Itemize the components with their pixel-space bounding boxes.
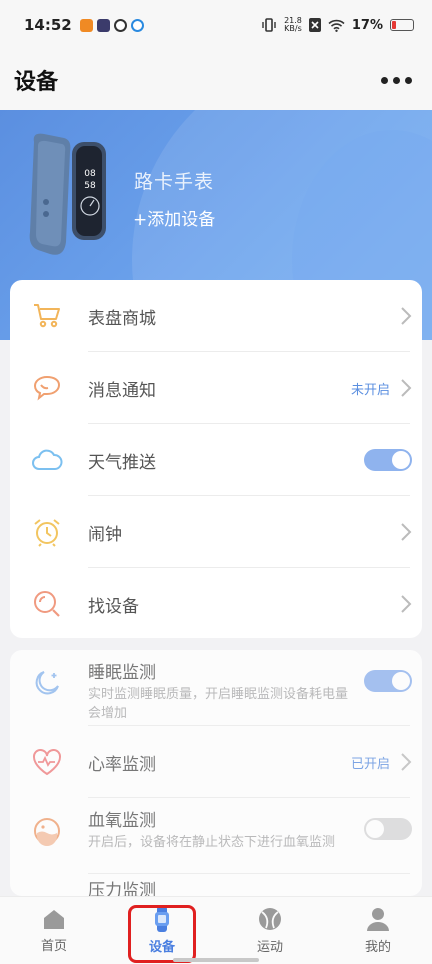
setting-label: 表盘商城 <box>88 308 156 329</box>
status-time: 14:52 <box>24 16 72 34</box>
setting-label: 闹钟 <box>88 524 122 545</box>
setting-row-weather-push: 天气推送 <box>10 424 422 496</box>
nav-label: 运动 <box>256 940 283 955</box>
setting-row-sleep-monitoring: 睡眠监测 实时监测睡眠质量，开启睡眠监测设备耗电量会增加 <box>10 650 422 726</box>
setting-label: 睡眠监测 <box>88 663 156 683</box>
watch-icon <box>155 906 169 932</box>
setting-row-find-device[interactable]: 找设备 <box>10 568 422 638</box>
setting-row-watch-face-store[interactable]: 表盘商城 <box>10 280 422 352</box>
nav-label: 设备 <box>148 940 175 955</box>
nav-tab-home[interactable]: 首页 <box>0 897 108 964</box>
setting-label: 消息通知 <box>88 380 156 401</box>
dot-icon <box>393 76 400 84</box>
battery-icon <box>390 19 414 31</box>
dot-icon <box>405 76 412 84</box>
smartwatch-image[interactable]: 08 58 <box>24 132 112 260</box>
sleep-monitoring-toggle[interactable] <box>364 670 412 692</box>
nav-label: 首页 <box>40 939 67 954</box>
blood-oxygen-icon <box>30 814 64 848</box>
blood-oxygen-toggle[interactable] <box>364 818 412 840</box>
app-header: 设备 <box>0 50 432 110</box>
message-icon <box>30 371 64 405</box>
sport-ball-icon <box>259 908 281 930</box>
watch-hour: 08 <box>84 169 96 179</box>
more-options-button[interactable] <box>375 71 418 90</box>
chevron-right-icon <box>401 379 412 397</box>
home-icon <box>44 910 64 929</box>
app-notification-icon <box>96 18 110 32</box>
app-notification-icon <box>79 18 93 32</box>
status-indicators: 21.8 KB/s 17% <box>261 17 414 33</box>
user-icon <box>367 908 389 931</box>
chevron-right-icon <box>401 753 412 771</box>
setting-label: 找设备 <box>88 596 139 617</box>
device-settings-card: 表盘商城 消息通知 未开启 天气推送 闹钟 找设备 <box>10 280 422 638</box>
health-monitoring-card: 睡眠监测 实时监测睡眠质量，开启睡眠监测设备耗电量会增加 心率监测 已开启 血氧… <box>10 650 422 896</box>
wifi-icon <box>328 19 345 32</box>
network-speed-unit: KB/s <box>284 24 302 33</box>
setting-description: 开启后，设备将在静止状态下进行血氧监测 <box>88 835 336 850</box>
setting-label: 血氧监测 <box>88 811 156 831</box>
setting-description: 实时监测睡眠质量，开启睡眠监测设备耗电量会增加 <box>88 687 349 721</box>
vibrate-icon <box>262 18 276 32</box>
cloud-icon <box>30 443 64 477</box>
setting-label: 压力监测 <box>88 881 156 896</box>
search-device-icon <box>30 587 64 621</box>
nav-tab-device[interactable]: 设备 <box>108 897 216 964</box>
heart-rate-icon <box>30 745 64 779</box>
setting-row-stress-monitoring[interactable]: 压力监测 <box>10 874 422 896</box>
watch-minute: 58 <box>84 181 96 191</box>
add-device-button[interactable]: +添加设备 <box>133 205 215 230</box>
sim-icon <box>308 18 321 32</box>
app-notification-icon <box>130 18 144 32</box>
nav-label: 我的 <box>364 940 391 955</box>
setting-row-blood-oxygen: 血氧监测 开启后，设备将在静止状态下进行血氧监测 <box>10 798 422 874</box>
chevron-right-icon <box>401 523 412 541</box>
status-bar: 14:52 21.8 KB/s 17% <box>0 0 432 50</box>
nav-tab-sport[interactable]: 运动 <box>216 897 324 964</box>
setting-label: 天气推送 <box>88 452 156 473</box>
cart-icon <box>30 299 64 333</box>
bottom-navigation: 首页 设备 运动 我的 <box>0 896 432 964</box>
notification-icons <box>79 18 144 32</box>
battery-percent: 17% <box>351 17 383 33</box>
app-notification-icon <box>113 18 127 32</box>
device-name: 路卡手表 <box>134 171 215 193</box>
network-speed: 21.8 KB/s <box>284 17 302 33</box>
status-badge: 已开启 <box>350 756 390 772</box>
setting-row-heart-rate[interactable]: 心率监测 已开启 <box>10 726 422 798</box>
chevron-right-icon <box>401 307 412 325</box>
moon-icon <box>30 666 64 700</box>
status-badge: 未开启 <box>350 382 390 398</box>
chevron-right-icon <box>401 595 412 613</box>
alarm-clock-icon <box>30 515 64 549</box>
weather-push-toggle[interactable] <box>364 449 412 471</box>
home-indicator <box>173 958 259 962</box>
setting-label: 心率监测 <box>88 754 156 775</box>
page-title: 设备 <box>14 70 59 95</box>
setting-row-alarm[interactable]: 闹钟 <box>10 496 422 568</box>
stress-icon <box>30 876 64 896</box>
nav-tab-me[interactable]: 我的 <box>324 897 432 964</box>
setting-row-message-notification[interactable]: 消息通知 未开启 <box>10 352 422 424</box>
dot-icon <box>381 76 388 84</box>
